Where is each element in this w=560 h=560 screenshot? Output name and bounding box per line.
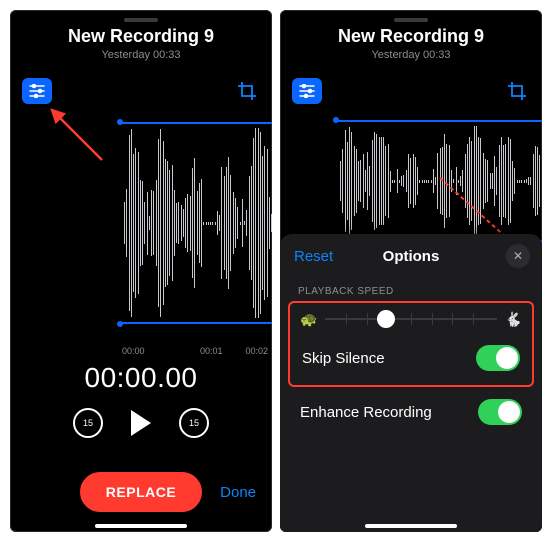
recording-title: New Recording 9: [280, 26, 542, 47]
replace-button[interactable]: REPLACE: [80, 472, 202, 512]
close-button[interactable]: ✕: [506, 244, 530, 268]
close-icon: ✕: [513, 249, 523, 263]
time-tick: 00:00: [122, 346, 145, 356]
crop-icon: [507, 81, 527, 101]
skip-back-label: 15: [83, 418, 93, 428]
reset-button[interactable]: Reset: [294, 248, 333, 265]
trim-button[interactable]: [504, 78, 530, 104]
options-button[interactable]: [22, 78, 52, 104]
recording-subtitle: Yesterday 00:33: [280, 49, 542, 61]
waveform-area[interactable]: 00:00 00:01 00:02: [10, 118, 272, 348]
playback-controls: 15 15: [10, 408, 272, 438]
home-indicator[interactable]: [95, 524, 187, 528]
play-button[interactable]: [131, 410, 151, 436]
skip-forward-button[interactable]: 15: [179, 408, 209, 438]
options-title: Options: [383, 248, 440, 265]
enhance-recording-row: Enhance Recording: [280, 387, 542, 437]
enhance-recording-label: Enhance Recording: [300, 404, 432, 421]
crop-icon: [237, 81, 257, 101]
skip-silence-row: Skip Silence: [290, 335, 532, 381]
edit-toolbar: [280, 78, 542, 118]
done-button[interactable]: Done: [220, 484, 256, 501]
playback-time: 00:00.00: [10, 362, 272, 394]
screen-options: New Recording 9 Yesterday 00:33: [280, 10, 542, 532]
screen-main: New Recording 9 Yesterday 00:33 00:00 00…: [10, 10, 272, 532]
trim-button[interactable]: [234, 78, 260, 104]
options-button[interactable]: [292, 78, 322, 104]
playback-speed-slider-row: 🐢 🐇: [290, 303, 532, 335]
play-icon: [131, 410, 151, 436]
skip-silence-toggle[interactable]: [476, 345, 520, 371]
playback-speed-slider[interactable]: [325, 309, 496, 329]
time-tick: 00:02: [245, 346, 268, 356]
skip-silence-label: Skip Silence: [302, 350, 385, 367]
tortoise-icon: 🐢: [300, 311, 317, 328]
section-label-playback-speed: PLAYBACK SPEED: [280, 278, 542, 301]
time-tick: 00:01: [200, 346, 223, 356]
slider-knob[interactable]: [377, 310, 395, 328]
highlight-box: 🐢 🐇 Skip Silence: [288, 301, 534, 387]
trim-handle-bottom[interactable]: [117, 321, 123, 327]
home-indicator[interactable]: [365, 524, 457, 528]
hare-icon: 🐇: [505, 311, 522, 328]
skip-back-button[interactable]: 15: [73, 408, 103, 438]
sliders-icon: [299, 84, 315, 98]
edit-toolbar: [10, 78, 272, 118]
bottom-bar: REPLACE Done: [10, 472, 272, 512]
sheet-grabber[interactable]: [124, 18, 158, 22]
recording-title: New Recording 9: [10, 26, 272, 47]
recording-subtitle: Yesterday 00:33: [10, 49, 272, 61]
sliders-icon: [29, 84, 45, 98]
skip-forward-label: 15: [189, 418, 199, 428]
options-header: Reset Options ✕: [280, 234, 542, 278]
enhance-recording-toggle[interactable]: [478, 399, 522, 425]
sheet-grabber[interactable]: [394, 18, 428, 22]
waveform[interactable]: [336, 120, 542, 242]
options-panel: Reset Options ✕ PLAYBACK SPEED 🐢: [280, 234, 542, 532]
waveform[interactable]: [120, 122, 272, 324]
